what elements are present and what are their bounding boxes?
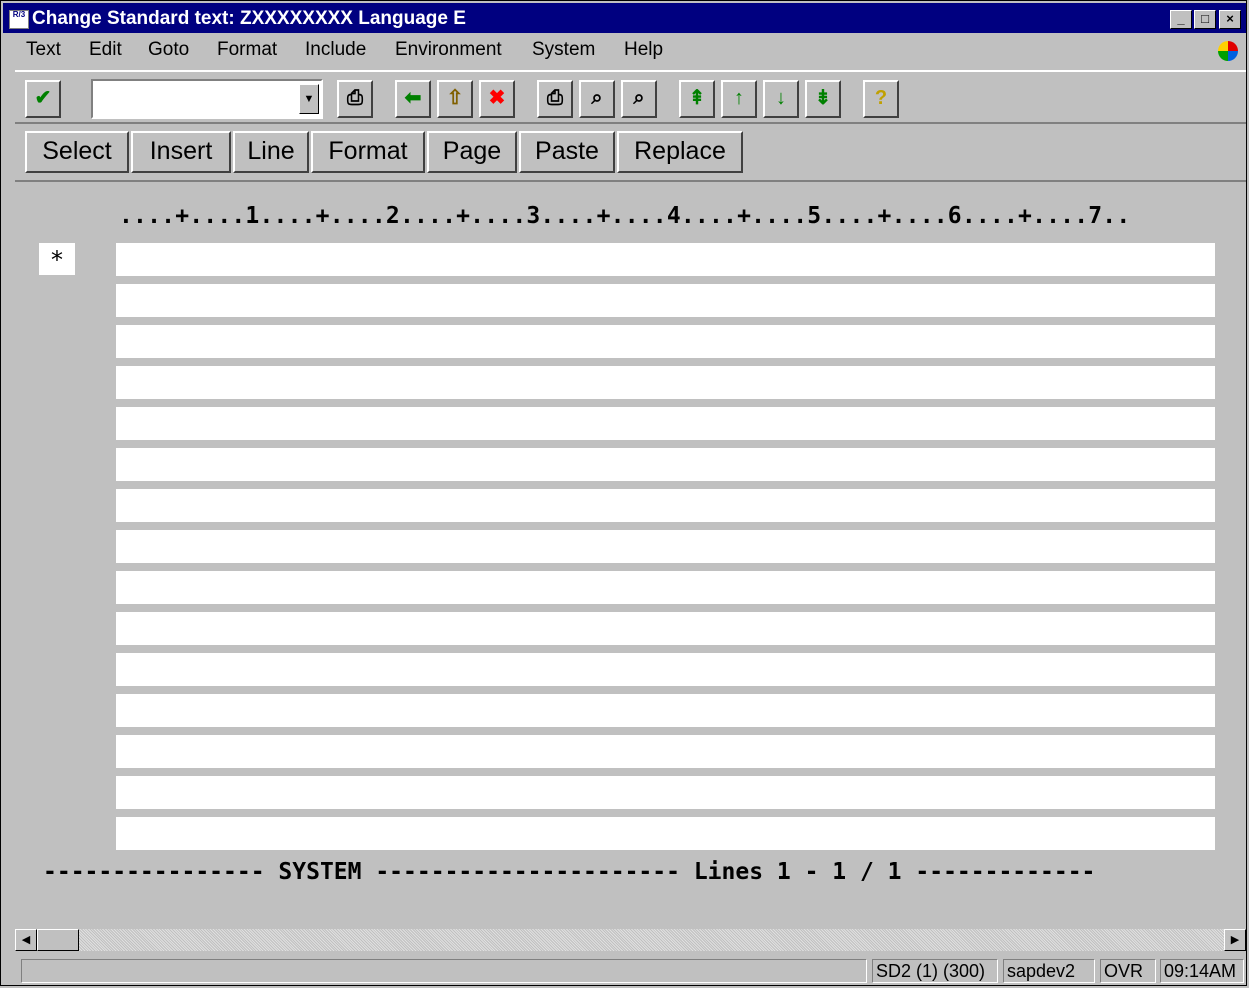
format-button[interactable]: Format: [311, 131, 425, 173]
paste-button[interactable]: Paste: [519, 131, 615, 173]
last-page-icon[interactable]: ⇟: [805, 80, 841, 118]
editor-line[interactable]: [116, 530, 1215, 563]
cancel-icon[interactable]: ✖: [479, 80, 515, 118]
save-icon[interactable]: ⎙: [337, 80, 373, 118]
editor-line[interactable]: [116, 243, 1215, 276]
menu-bar: Text Edit Goto Format Include Environmen…: [3, 35, 1246, 65]
first-page-icon[interactable]: ⇞: [679, 80, 715, 118]
editor-footer: ---------------- SYSTEM ----------------…: [43, 859, 1096, 885]
help-icon[interactable]: ?: [863, 80, 899, 118]
close-button[interactable]: ×: [1219, 10, 1241, 29]
status-message: [21, 959, 867, 983]
page-button[interactable]: Page: [427, 131, 517, 173]
column-ruler: ....+....1....+....2....+....3....+....4…: [119, 203, 1131, 229]
editor-line[interactable]: [116, 776, 1215, 809]
find-icon[interactable]: ⌕: [579, 80, 615, 118]
system-toolbar: ✔ ▼ ⎙ ⬅ ⇧ ✖ ⎙ ⌕ ⌕ ⇞ ↑ ↓ ⇟ ?: [15, 70, 1246, 124]
next-page-icon[interactable]: ↓: [763, 80, 799, 118]
editor-line[interactable]: [116, 653, 1215, 686]
status-server[interactable]: sapdev2: [1003, 959, 1095, 983]
status-system[interactable]: SD2 (1) (300): [872, 959, 998, 983]
title-bar: R/3 Change Standard text: ZXXXXXXXX Lang…: [3, 3, 1246, 33]
editor-line[interactable]: [116, 612, 1215, 645]
print-icon[interactable]: ⎙: [537, 80, 573, 118]
exit-icon[interactable]: ⇧: [437, 80, 473, 118]
scroll-left-icon[interactable]: ◀: [15, 929, 37, 951]
menu-goto[interactable]: Goto: [148, 39, 189, 61]
scroll-thumb[interactable]: [37, 929, 79, 951]
insert-button[interactable]: Insert: [131, 131, 231, 173]
status-mode[interactable]: OVR: [1100, 959, 1156, 983]
replace-button[interactable]: Replace: [617, 131, 743, 173]
menu-help[interactable]: Help: [624, 39, 663, 61]
application-toolbar: Select Insert Line Format Page Paste Rep…: [15, 126, 1246, 182]
chevron-down-icon[interactable]: ▼: [299, 84, 319, 114]
editor-line[interactable]: [116, 735, 1215, 768]
format-marker[interactable]: *: [39, 243, 75, 275]
editor-line[interactable]: [116, 694, 1215, 727]
horizontal-scrollbar[interactable]: ◀ ▶: [15, 929, 1246, 951]
minimize-button[interactable]: _: [1170, 10, 1192, 29]
menu-system[interactable]: System: [532, 39, 595, 61]
status-bar: SD2 (1) (300) sapdev2 OVR 09:14AM: [15, 957, 1246, 985]
window-title: Change Standard text: ZXXXXXXXX Language…: [32, 8, 466, 29]
menu-format[interactable]: Format: [217, 39, 277, 61]
sap-window: R/3 Change Standard text: ZXXXXXXXX Lang…: [0, 0, 1247, 986]
editor-line[interactable]: [116, 407, 1215, 440]
scroll-right-icon[interactable]: ▶: [1224, 929, 1246, 951]
menu-edit[interactable]: Edit: [89, 39, 122, 61]
editor-line[interactable]: [116, 366, 1215, 399]
maximize-button[interactable]: □: [1194, 10, 1216, 29]
app-icon: R/3: [9, 10, 29, 29]
editor-line[interactable]: [116, 489, 1215, 522]
back-icon[interactable]: ⬅: [395, 80, 431, 118]
sap-logo-icon: [1218, 41, 1238, 61]
editor-line[interactable]: [116, 284, 1215, 317]
select-button[interactable]: Select: [25, 131, 129, 173]
previous-page-icon[interactable]: ↑: [721, 80, 757, 118]
editor-line[interactable]: [116, 325, 1215, 358]
find-next-icon[interactable]: ⌕: [621, 80, 657, 118]
checkmark-icon[interactable]: ✔: [25, 80, 61, 118]
menu-text[interactable]: Text: [26, 39, 61, 61]
status-time: 09:14AM: [1160, 959, 1244, 983]
editor-line[interactable]: [116, 817, 1215, 850]
menu-include[interactable]: Include: [305, 39, 366, 61]
line-button[interactable]: Line: [233, 131, 309, 173]
editor-line[interactable]: [116, 571, 1215, 604]
editor-line[interactable]: [116, 448, 1215, 481]
menu-environment[interactable]: Environment: [395, 39, 502, 61]
command-field[interactable]: ▼: [91, 79, 323, 119]
